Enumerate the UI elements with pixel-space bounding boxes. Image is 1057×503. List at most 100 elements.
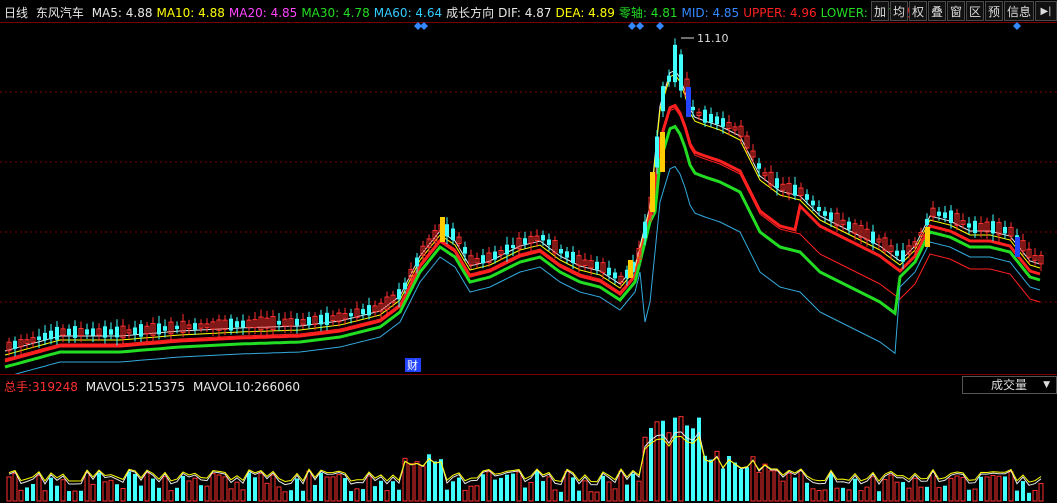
candle-body bbox=[361, 309, 365, 315]
candle-body bbox=[67, 328, 71, 336]
candle-body bbox=[481, 255, 485, 264]
highlight-candle bbox=[925, 227, 930, 247]
candle-body bbox=[937, 211, 941, 216]
volume-bar bbox=[336, 474, 342, 502]
candle-body bbox=[943, 212, 947, 219]
candle-body bbox=[115, 326, 119, 338]
volume-bar bbox=[42, 490, 48, 502]
volume-bar bbox=[474, 485, 480, 502]
volume-bar bbox=[810, 488, 816, 502]
mavol10-value: 266060 bbox=[254, 380, 300, 394]
volume-bar bbox=[918, 486, 924, 502]
candle-body bbox=[793, 184, 797, 196]
volume-bar bbox=[594, 491, 600, 502]
volume-bar bbox=[379, 480, 383, 501]
mavol10-label: MAVOL10: bbox=[192, 380, 255, 394]
toolbar: 加均权叠窗区预信息 ▶| bbox=[870, 0, 1057, 22]
toolbar-button-6[interactable]: 预 bbox=[985, 1, 1003, 21]
candle-body bbox=[823, 211, 827, 216]
candle-body bbox=[133, 327, 137, 335]
volume-bar bbox=[841, 487, 845, 501]
volume-bar bbox=[6, 476, 12, 502]
ma5-line bbox=[4, 69, 1041, 352]
total-volume-value: 319248 bbox=[32, 380, 78, 394]
volume-bar bbox=[366, 475, 372, 502]
candle-body bbox=[349, 313, 353, 317]
highlight-candle bbox=[628, 260, 633, 278]
toolbar-button-2[interactable]: 权 bbox=[909, 1, 927, 21]
volume-bar bbox=[157, 487, 161, 501]
volume-indicator-dropdown[interactable]: 成交量 ▼ bbox=[962, 376, 1057, 394]
volume-bar bbox=[588, 491, 594, 502]
volume-bar bbox=[222, 476, 228, 502]
signal-diamond-icon bbox=[656, 22, 664, 30]
volume-bar bbox=[162, 476, 168, 502]
candle-body bbox=[451, 228, 455, 241]
candle-body bbox=[829, 212, 833, 221]
volume-bar bbox=[877, 491, 881, 501]
volume-bar bbox=[798, 470, 804, 502]
volume-bar bbox=[306, 470, 312, 502]
candle-body bbox=[445, 224, 449, 237]
volume-bar bbox=[319, 472, 323, 501]
volume-bar bbox=[373, 486, 377, 501]
volume-bar bbox=[870, 476, 876, 502]
volume-bar bbox=[930, 471, 936, 502]
volume-bar bbox=[1027, 492, 1031, 501]
candle-body bbox=[325, 312, 329, 325]
toolbar-button-7[interactable]: 信息 bbox=[1004, 1, 1034, 21]
volume-bar bbox=[31, 484, 35, 501]
mavol5-value: 215375 bbox=[139, 380, 186, 394]
volume-bar bbox=[433, 461, 437, 501]
signal-diamond-icon bbox=[636, 22, 644, 30]
volume-bar bbox=[90, 483, 96, 502]
volume-bar bbox=[745, 467, 749, 501]
toolbar-button-3[interactable]: 叠 bbox=[928, 1, 946, 21]
toolbar-button-1[interactable]: 均 bbox=[890, 1, 908, 21]
expand-arrow-icon[interactable]: ▶| bbox=[1035, 1, 1057, 21]
volume-bar bbox=[253, 477, 257, 501]
volume-bar bbox=[793, 477, 797, 501]
highlight-candle bbox=[660, 132, 665, 172]
volume-bar bbox=[901, 482, 905, 501]
legend-item: DEA: 4.89 bbox=[555, 6, 615, 20]
volume-bar bbox=[756, 471, 762, 502]
volume-bar bbox=[523, 487, 527, 501]
volume-bar bbox=[606, 481, 612, 502]
volume-bar bbox=[846, 489, 852, 502]
volume-bar bbox=[408, 463, 414, 502]
volume-bar bbox=[954, 475, 960, 502]
candle-body bbox=[541, 235, 545, 241]
volume-bar bbox=[967, 489, 971, 501]
volume-bar bbox=[295, 478, 299, 501]
toolbar-button-5[interactable]: 区 bbox=[966, 1, 984, 21]
period-label[interactable]: 日线 bbox=[4, 6, 28, 20]
candle-body bbox=[673, 44, 677, 83]
volume-bar bbox=[420, 465, 426, 502]
volume-bar bbox=[972, 488, 978, 502]
candle-body bbox=[55, 326, 59, 340]
volume-bar bbox=[462, 489, 468, 502]
volume-bar bbox=[984, 476, 990, 502]
volume-bar bbox=[18, 489, 24, 502]
volume-bar bbox=[768, 470, 774, 502]
volume-bar bbox=[990, 474, 996, 502]
volume-bar bbox=[445, 489, 449, 501]
volume-bar bbox=[115, 484, 119, 501]
top-bar: 日线 东风汽车 MA5: 4.88 MA10: 4.88 MA20: 4.85 MA3… bbox=[0, 0, 1057, 23]
volume-chart[interactable] bbox=[0, 395, 1057, 503]
volume-bar bbox=[247, 472, 251, 501]
candle-body bbox=[559, 249, 563, 254]
candle-body bbox=[241, 320, 245, 328]
toolbar-button-4[interactable]: 窗 bbox=[947, 1, 965, 21]
volume-bar bbox=[612, 488, 618, 502]
volume-bar bbox=[108, 479, 114, 502]
volume-bar bbox=[1032, 489, 1038, 502]
price-chart[interactable]: 11.10 财 bbox=[0, 22, 1057, 374]
candle-body bbox=[229, 318, 233, 331]
toolbar-button-0[interactable]: 加 bbox=[871, 1, 889, 21]
volume-bar bbox=[25, 487, 29, 501]
candle-body bbox=[493, 251, 497, 260]
volume-bar bbox=[97, 472, 101, 501]
volume-bar bbox=[1008, 471, 1014, 502]
